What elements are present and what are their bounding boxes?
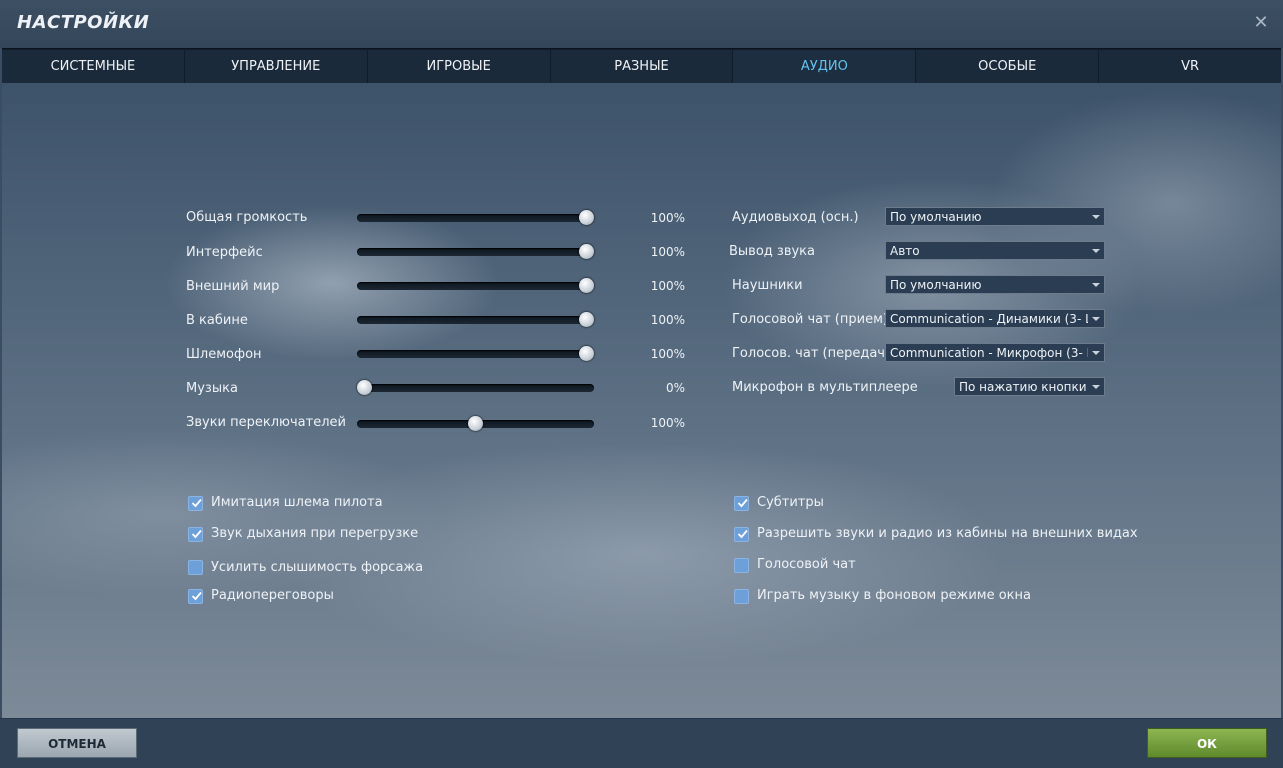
voice-chat-receive-label: Голосовой чат (прием) bbox=[732, 312, 888, 327]
output-main-select[interactable]: По умолчанию bbox=[885, 207, 1105, 226]
headphones-label: Наушники bbox=[732, 278, 803, 293]
footer-bar: ОТМЕНА ОК bbox=[0, 718, 1283, 768]
checkbox-subtitles[interactable] bbox=[734, 496, 749, 511]
output-main-label: Аудиовыход (осн.) bbox=[732, 210, 859, 225]
checkbox-label-subtitles: Субтитры bbox=[757, 495, 824, 510]
checkbox-label-cockpit-sounds-external: Разрешить звуки и радио из кабины на вне… bbox=[757, 526, 1138, 541]
checkbox-label-radio: Радиопереговоры bbox=[211, 588, 334, 603]
checkbox-label-background-music: Играть музыку в фоновом режиме окна bbox=[757, 588, 1031, 603]
volume-label-master: Общая громкость bbox=[186, 210, 308, 225]
checkbox-label-g-breathing: Звук дыхания при перегрузке bbox=[211, 526, 419, 541]
volume-label-music: Музыка bbox=[186, 381, 238, 396]
close-icon[interactable]: ✕ bbox=[1252, 13, 1270, 33]
checkbox-label-afterburner: Усилить слышимость форсажа bbox=[211, 560, 424, 575]
volume-label-world: Внешний мир bbox=[186, 279, 280, 294]
ok-button[interactable]: ОК bbox=[1147, 728, 1267, 758]
volume-slider-cockpit[interactable] bbox=[357, 312, 594, 327]
tab-controls[interactable]: УПРАВЛЕНИЕ bbox=[184, 50, 367, 83]
volume-value-master: 100% bbox=[650, 211, 685, 225]
slider-knob[interactable] bbox=[579, 312, 594, 327]
volume-label-switches: Звуки переключателей bbox=[186, 415, 346, 430]
check-icon bbox=[737, 498, 748, 508]
voice-chat-transmit-label: Голосов. чат (передача) bbox=[732, 346, 899, 361]
checkbox-g-breathing[interactable] bbox=[188, 527, 203, 542]
chevron-down-icon bbox=[1092, 249, 1100, 253]
chevron-down-icon bbox=[1092, 283, 1100, 287]
volume-label-cockpit: В кабине bbox=[186, 313, 248, 328]
volume-value-interface: 100% bbox=[650, 245, 685, 259]
volume-value-world: 100% bbox=[650, 279, 685, 293]
chevron-down-icon bbox=[1092, 215, 1100, 219]
volume-slider-music[interactable] bbox=[357, 380, 594, 395]
check-icon bbox=[737, 529, 748, 539]
checkbox-pilot-helmet[interactable] bbox=[188, 496, 203, 511]
voice-chat-transmit-value: Communication - Микрофон (3- Lo bbox=[890, 346, 1088, 360]
tab-special[interactable]: ОСОБЫЕ bbox=[916, 50, 1099, 83]
checkbox-cockpit-sounds-external[interactable] bbox=[734, 527, 749, 542]
slider-knob[interactable] bbox=[579, 210, 594, 225]
volume-label-headset: Шлемофон bbox=[186, 347, 262, 362]
check-icon bbox=[191, 591, 202, 601]
check-icon bbox=[191, 529, 202, 539]
audio-settings-panel: Общая громкость 100% Интерфейс 100% Внеш… bbox=[2, 83, 1281, 718]
chevron-down-icon bbox=[1092, 385, 1100, 389]
volume-label-interface: Интерфейс bbox=[186, 245, 263, 260]
volume-slider-master[interactable] bbox=[357, 210, 594, 225]
slider-knob[interactable] bbox=[357, 380, 372, 395]
volume-value-headset: 100% bbox=[650, 347, 685, 361]
cancel-button[interactable]: ОТМЕНА bbox=[17, 728, 137, 758]
slider-knob[interactable] bbox=[579, 278, 594, 293]
tab-audio[interactable]: АУДИО bbox=[733, 50, 916, 83]
volume-value-music: 0% bbox=[665, 381, 685, 395]
mp-microphone-select[interactable]: По нажатию кнопки bbox=[954, 377, 1105, 396]
checkbox-voice-chat[interactable] bbox=[734, 558, 749, 573]
slider-knob[interactable] bbox=[579, 244, 594, 259]
volume-slider-interface[interactable] bbox=[357, 244, 594, 259]
checkbox-label-voice-chat: Голосовой чат bbox=[757, 557, 856, 572]
voice-chat-receive-select[interactable]: Communication - Динамики (3- Lo bbox=[885, 309, 1105, 328]
checkbox-afterburner[interactable] bbox=[188, 560, 203, 575]
settings-window: НАСТРОЙКИ ✕ СИСТЕМНЫЕ УПРАВЛЕНИЕ ИГРОВЫЕ… bbox=[0, 0, 1283, 768]
volume-value-cockpit: 100% bbox=[650, 313, 685, 327]
slider-knob[interactable] bbox=[468, 416, 483, 431]
checkbox-background-music[interactable] bbox=[734, 589, 749, 604]
title-bar: НАСТРОЙКИ ✕ bbox=[0, 0, 1283, 48]
checkbox-label-pilot-helmet: Имитация шлема пилота bbox=[211, 495, 383, 510]
chevron-down-icon bbox=[1092, 351, 1100, 355]
volume-slider-switches[interactable] bbox=[357, 416, 594, 431]
window-title: НАСТРОЙКИ bbox=[17, 12, 150, 33]
tab-misc[interactable]: РАЗНЫЕ bbox=[550, 50, 733, 83]
tab-gameplay[interactable]: ИГРОВЫЕ bbox=[367, 50, 550, 83]
voice-chat-receive-value: Communication - Динамики (3- Lo bbox=[890, 312, 1088, 326]
slider-knob[interactable] bbox=[579, 346, 594, 361]
mp-microphone-label: Микрофон в мультиплеере bbox=[732, 380, 918, 395]
checkbox-radio[interactable] bbox=[188, 589, 203, 604]
headphones-value: По умолчанию bbox=[890, 278, 982, 292]
sound-output-select[interactable]: Авто bbox=[885, 241, 1105, 260]
voice-chat-transmit-select[interactable]: Communication - Микрофон (3- Lo bbox=[885, 343, 1105, 362]
sound-output-value: Авто bbox=[890, 244, 920, 258]
check-icon bbox=[191, 498, 202, 508]
output-main-value: По умолчанию bbox=[890, 210, 982, 224]
sound-output-label: Вывод звука bbox=[729, 244, 816, 259]
volume-value-switches: 100% bbox=[650, 416, 685, 430]
tab-bar: СИСТЕМНЫЕ УПРАВЛЕНИЕ ИГРОВЫЕ РАЗНЫЕ АУДИ… bbox=[2, 48, 1282, 84]
mp-microphone-value: По нажатию кнопки bbox=[959, 380, 1087, 394]
volume-slider-headset[interactable] bbox=[357, 346, 594, 361]
tab-vr[interactable]: VR bbox=[1099, 50, 1282, 83]
headphones-select[interactable]: По умолчанию bbox=[885, 275, 1105, 294]
chevron-down-icon bbox=[1092, 317, 1100, 321]
volume-slider-world[interactable] bbox=[357, 278, 594, 293]
tab-system[interactable]: СИСТЕМНЫЕ bbox=[2, 50, 184, 83]
